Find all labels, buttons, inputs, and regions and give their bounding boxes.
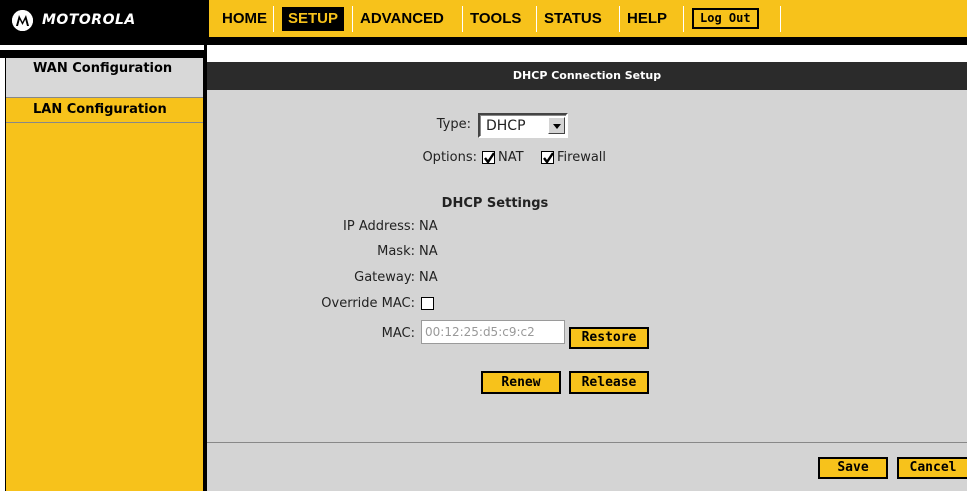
header-rule bbox=[0, 37, 967, 45]
checkmark-icon bbox=[543, 152, 554, 165]
mask-label: Mask: bbox=[377, 244, 415, 259]
restore-button[interactable]: Restore bbox=[569, 327, 649, 349]
override-mac-label: Override MAC: bbox=[321, 296, 415, 311]
mac-input[interactable]: 00:12:25:d5:c9:c2 bbox=[421, 320, 565, 344]
mac-label: MAC: bbox=[381, 326, 415, 341]
footer-rule bbox=[207, 442, 967, 443]
sidebar-top-rule bbox=[0, 50, 206, 58]
nav-divider bbox=[619, 6, 620, 32]
gateway-value: NA bbox=[419, 270, 438, 285]
sidebar-item-wan-configuration[interactable]: WAN Configuration bbox=[6, 58, 203, 97]
checkmark-icon bbox=[484, 152, 495, 165]
save-button[interactable]: Save bbox=[818, 457, 888, 479]
nav-advanced[interactable]: ADVANCED bbox=[360, 7, 444, 31]
gateway-label: Gateway: bbox=[354, 270, 415, 285]
nat-checkbox[interactable] bbox=[482, 151, 495, 165]
nav-setup[interactable]: SETUP bbox=[282, 7, 345, 31]
nav-divider bbox=[462, 6, 463, 32]
firewall-label: Firewall bbox=[557, 150, 607, 165]
nav-divider bbox=[780, 6, 781, 32]
type-select-value: DHCP bbox=[486, 118, 526, 134]
firewall-checkbox[interactable] bbox=[541, 151, 554, 165]
motorola-batwing-icon bbox=[12, 10, 33, 31]
brand-name: MOTOROLA bbox=[42, 12, 136, 28]
renew-button[interactable]: Renew bbox=[481, 371, 561, 394]
nav-divider bbox=[683, 6, 684, 32]
dhcp-settings-heading: DHCP Settings bbox=[441, 196, 549, 211]
chevron-down-icon bbox=[553, 124, 561, 129]
cancel-button[interactable]: Cancel bbox=[897, 457, 967, 479]
dropdown-button[interactable] bbox=[548, 117, 565, 134]
type-select[interactable]: DHCP bbox=[478, 113, 568, 138]
override-mac-checkbox[interactable] bbox=[421, 297, 434, 310]
nav-divider bbox=[352, 6, 353, 32]
nat-label: NAT bbox=[498, 150, 524, 165]
type-label: Type: bbox=[436, 117, 471, 132]
sidebar-item-lan-configuration[interactable]: LAN Configuration bbox=[6, 97, 203, 123]
nav-help[interactable]: HELP bbox=[627, 7, 667, 31]
sidebar: WAN Configuration LAN Configuration bbox=[5, 58, 204, 491]
content-top-gap bbox=[206, 45, 967, 58]
mask-value: NA bbox=[419, 244, 438, 259]
nav-divider bbox=[273, 6, 274, 32]
nav-home[interactable]: HOME bbox=[218, 7, 271, 31]
nav-tools[interactable]: TOOLS bbox=[470, 7, 521, 31]
logout-button[interactable]: Log Out bbox=[692, 8, 759, 29]
options-label: Options: bbox=[422, 150, 477, 165]
release-button[interactable]: Release bbox=[569, 371, 649, 394]
ip-address-label: IP Address: bbox=[343, 219, 415, 234]
nav-divider bbox=[536, 6, 537, 32]
panel-title: DHCP Connection Setup bbox=[207, 62, 967, 90]
ip-address-value: NA bbox=[419, 219, 438, 234]
nav-status[interactable]: STATUS bbox=[544, 7, 602, 31]
